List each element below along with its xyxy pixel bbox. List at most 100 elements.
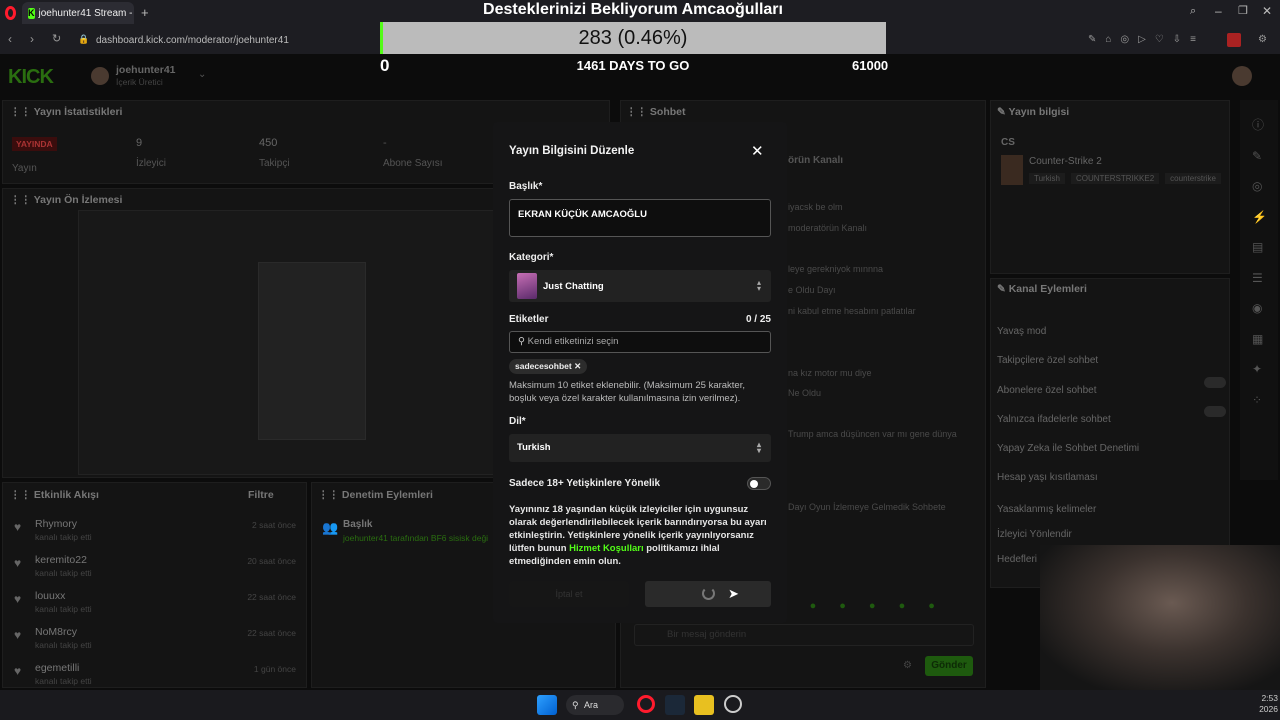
- chat-message: Dayı Oyun İzlemeye Gelmedik Sohbete: [788, 501, 946, 512]
- language-label: Dil*: [509, 416, 526, 427]
- subs-only-toggle[interactable]: [1204, 377, 1226, 388]
- action-item[interactable]: İzleyici Yönlendir: [997, 522, 1225, 547]
- action-item[interactable]: Yasaklanmış kelimeler: [997, 497, 1225, 522]
- tag: counterstrike: [1165, 173, 1221, 184]
- close-icon[interactable]: ✕: [751, 142, 764, 160]
- heart-icon: ♥: [14, 664, 22, 678]
- subs-label: Abone Sayısı: [383, 158, 443, 169]
- adult-warning: Yayınınız 18 yaşından küçük izleyiciler …: [509, 503, 771, 568]
- toolbar-icons[interactable]: ✎⌂◎▷♡⇩≡: [1088, 34, 1205, 45]
- avatar[interactable]: [91, 67, 109, 85]
- mouse-cursor-icon: ➤: [728, 586, 739, 601]
- mod-item-title: Başlık: [343, 519, 373, 530]
- action-item[interactable]: Abonelere özel sohbet: [997, 376, 1225, 405]
- cancel-button[interactable]: İptal et: [509, 581, 629, 607]
- feed-time: 22 saat önce: [247, 592, 296, 602]
- opera-logo-icon[interactable]: [5, 6, 16, 20]
- profile-avatar[interactable]: [1232, 66, 1252, 86]
- chat-icon[interactable]: ☰: [1252, 263, 1267, 294]
- list-item: ♥ Rhymory kanalı takip etti 2 saat önce: [14, 518, 304, 554]
- minimize-icon[interactable]: –: [1215, 4, 1222, 18]
- broadcast-icon[interactable]: ◉: [1252, 293, 1267, 324]
- title-input[interactable]: EKRAN KÜÇÜK AMCAOĞLU: [509, 199, 771, 237]
- edit-stream-info-modal: Yayın Bilgisini Düzenle ✕ Başlık* EKRAN …: [493, 122, 787, 623]
- tag-chip[interactable]: sadecesohbet ✕: [509, 359, 588, 374]
- terms-link[interactable]: Hizmet Koşulları: [569, 543, 643, 554]
- loading-spinner-icon: [702, 587, 715, 600]
- tag: Turkish: [1029, 173, 1065, 184]
- taskbar-search[interactable]: ⚲ Ara: [566, 695, 624, 715]
- action-item[interactable]: Yapay Zeka ile Sohbet Denetimi: [997, 434, 1225, 463]
- action-item[interactable]: Takipçilere özel sohbet: [997, 346, 1225, 375]
- time: 2:53: [1261, 693, 1278, 703]
- clock[interactable]: 2:53 2026: [1248, 693, 1278, 715]
- send-button[interactable]: Gönder: [925, 656, 973, 676]
- url-field[interactable]: dashboard.kick.com/moderator/joehunter41: [96, 35, 289, 46]
- user-icon: 👥: [322, 520, 339, 535]
- feed-name: louuxx: [35, 590, 66, 602]
- steam-icon[interactable]: [665, 695, 685, 715]
- tags-count: 0 / 25: [745, 314, 771, 325]
- webcam-feed: [1040, 545, 1280, 690]
- title-label: Başlık*: [509, 181, 543, 192]
- rail-icons[interactable]: ⓘ ✎ ◎ ⚡ ▤ ☰ ◉ ▦ ✦ ⁘: [1252, 110, 1267, 415]
- remove-tag-icon[interactable]: ✕: [574, 361, 581, 371]
- reload-icon[interactable]: ↻: [52, 32, 61, 45]
- emote-row[interactable]: ●●●●●●: [780, 600, 976, 614]
- list-item: ♥ louuxx kanalı takip etti 22 saat önce: [14, 590, 304, 626]
- mod-item-text: joehunter41 tarafından BF6 sisisk deği: [343, 533, 489, 543]
- viewers-count: 9: [136, 137, 143, 149]
- app-icon[interactable]: [694, 695, 714, 715]
- search-icon: ⚲: [518, 336, 528, 347]
- new-tab-icon[interactable]: +: [141, 5, 149, 20]
- kick-favicon-icon: K: [28, 7, 35, 19]
- preview-title: ⋮⋮ Yayın Ön İzlemesi: [10, 194, 123, 206]
- heart-icon: ♥: [14, 592, 22, 606]
- preview-modal-thumbnail: [258, 262, 366, 440]
- windows-start-icon[interactable]: [537, 695, 557, 715]
- target-icon[interactable]: ◎: [1252, 171, 1267, 202]
- tag-input[interactable]: ⚲ Kendi etiketinizi seçin: [509, 331, 771, 353]
- back-icon[interactable]: ‹: [8, 32, 12, 46]
- chevron-down-icon[interactable]: ⌄: [198, 69, 206, 80]
- chat-input[interactable]: Bir mesaj gönderin: [634, 624, 974, 646]
- chat-settings-icon[interactable]: ⚙: [903, 660, 912, 671]
- category-select[interactable]: Just Chatting ▴ ▾: [509, 270, 771, 302]
- chat-message: Trump amca düşüncen var mı gene dünya: [788, 428, 957, 439]
- followers-count: 450: [259, 137, 278, 149]
- action-item[interactable]: Yavaş mod: [997, 317, 1225, 346]
- grid-icon[interactable]: ▦: [1252, 324, 1267, 355]
- edit-icon[interactable]: ✎: [1252, 141, 1267, 172]
- select-arrows-icon: ▴ ▾: [756, 278, 761, 293]
- feed-filter[interactable]: Filtre: [248, 489, 274, 501]
- maximize-icon[interactable]: ❐: [1238, 4, 1248, 17]
- feed-title: ⋮⋮ Etkinlik Akışı: [10, 489, 99, 501]
- info-icon[interactable]: ⓘ: [1252, 110, 1267, 141]
- action-item[interactable]: Hesap yaşı kısıtlaması: [997, 463, 1225, 492]
- extension-icon[interactable]: [1227, 33, 1241, 47]
- action-item[interactable]: Yalnızca ifadelerle sohbet: [997, 405, 1225, 434]
- forward-icon[interactable]: ›: [30, 32, 34, 46]
- emote-only-toggle[interactable]: [1204, 406, 1226, 417]
- search-icon[interactable]: ⌕: [1190, 5, 1196, 18]
- lock-icon[interactable]: 🔒: [78, 34, 89, 45]
- live-badge: YAYINDA: [12, 137, 57, 151]
- list-item: ♥ egemetilli kanalı takip etti 1 gün önc…: [14, 662, 304, 686]
- feed-name: keremito22: [35, 554, 87, 566]
- app-icon-2[interactable]: [724, 695, 742, 713]
- list-icon[interactable]: ▤: [1252, 232, 1267, 263]
- feed-name: NoM8rcy: [35, 626, 78, 638]
- bolt-icon[interactable]: ⚡: [1252, 202, 1267, 233]
- feed-sub: kanalı takip etti: [35, 604, 92, 614]
- browser-tab[interactable]: Kjoehunter41 Stream - Kick: [22, 2, 134, 24]
- opera-taskbar-icon[interactable]: [637, 695, 655, 713]
- kick-logo: KICK: [8, 66, 54, 88]
- language-select[interactable]: Turkish ▴ ▾: [509, 434, 771, 462]
- dots-icon[interactable]: ⁘: [1252, 385, 1267, 416]
- wrench-icon[interactable]: ✦: [1252, 354, 1267, 385]
- language-value: Turkish: [517, 442, 551, 453]
- game-thumbnail: [1001, 155, 1023, 185]
- close-window-icon[interactable]: ✕: [1262, 4, 1272, 18]
- settings-icon[interactable]: ⚙: [1258, 34, 1267, 45]
- mod-title: ⋮⋮ Denetim Eylemleri: [318, 489, 433, 501]
